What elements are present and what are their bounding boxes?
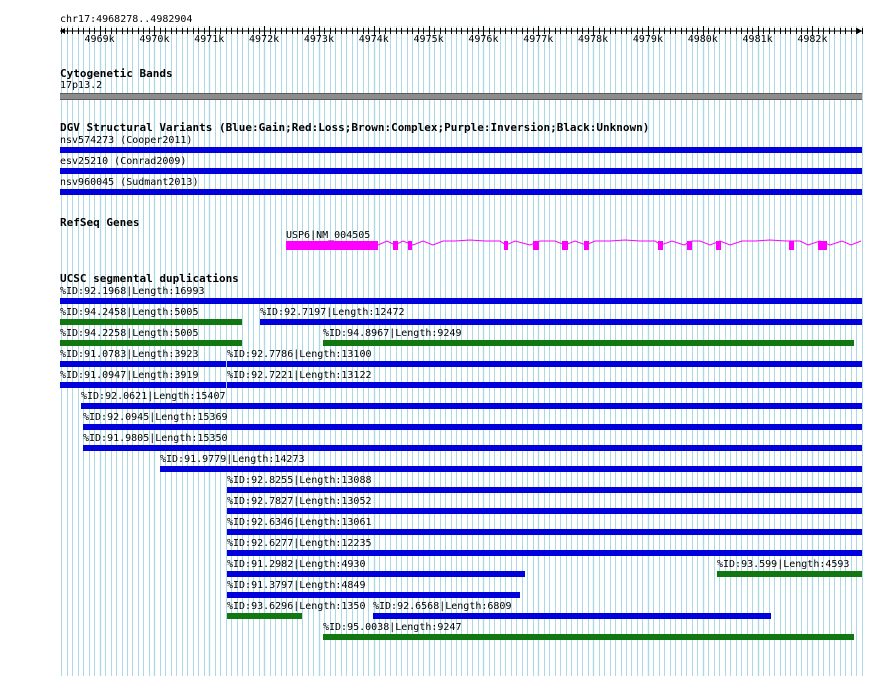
ruler-tick-label: 4976k xyxy=(468,34,499,45)
segdup-feature-bar[interactable] xyxy=(81,403,862,409)
gene-exon xyxy=(393,241,398,250)
segdup-feature-bar[interactable] xyxy=(717,571,862,577)
gene-exon xyxy=(533,241,539,250)
segdup-feature-label: %ID:94.2258|Length:5005 xyxy=(60,328,199,339)
segdup-feature-label: %ID:92.0621|Length:15407 xyxy=(81,391,226,402)
ruler-tick-label: 4977k xyxy=(523,34,554,45)
segdup-feature-bar[interactable] xyxy=(60,361,226,367)
ruler-tick-label: 4974k xyxy=(358,34,389,45)
gene-exon xyxy=(504,241,508,250)
gene-exon xyxy=(584,241,589,250)
location-label: chr17:4968278..4982904 xyxy=(60,14,193,25)
segdup-feature-bar[interactable] xyxy=(60,340,242,346)
segdup-feature-bar[interactable] xyxy=(60,382,226,388)
ruler-tick-label: 4969k xyxy=(84,34,115,45)
segdup-feature-bar[interactable] xyxy=(227,613,302,619)
ruler-left-arrow-icon xyxy=(60,28,65,34)
gene-model-usp6[interactable] xyxy=(0,236,890,256)
segdup-feature-label: %ID:92.7786|Length:13100 xyxy=(227,349,372,360)
ruler-tick-label: 4979k xyxy=(632,34,663,45)
gene-exon xyxy=(789,241,794,250)
gene-exon xyxy=(286,241,378,250)
ruler-tick-label: 4971k xyxy=(194,34,225,45)
segdup-feature-label: %ID:92.7221|Length:13122 xyxy=(227,370,372,381)
gene-exon xyxy=(687,241,692,250)
segdup-feature-bar[interactable] xyxy=(227,361,862,367)
refseq-track-title[interactable]: RefSeq Genes xyxy=(60,217,139,229)
segdup-feature-label: %ID:94.2458|Length:5005 xyxy=(60,307,199,318)
ruler-tick-label: 4973k xyxy=(303,34,334,45)
dgv-feature-label: nsv960045 (Sudmant2013) xyxy=(60,177,199,188)
dgv-track-title[interactable]: DGV Structural Variants (Blue:Gain;Red:L… xyxy=(60,122,649,134)
segdup-feature-bar[interactable] xyxy=(83,445,862,451)
segdup-feature-bar[interactable] xyxy=(60,319,242,325)
segdup-feature-bar[interactable] xyxy=(227,550,862,556)
ruler-tick-label: 4975k xyxy=(413,34,444,45)
segdup-feature-bar[interactable] xyxy=(227,592,520,598)
segdup-feature-label: %ID:92.6568|Length:6809 xyxy=(373,601,512,612)
dgv-feature-label: esv25210 (Conrad2009) xyxy=(60,156,187,167)
segdup-feature-label: %ID:95.0038|Length:9247 xyxy=(323,622,462,633)
segdup-feature-label: %ID:93.6296|Length:1350 xyxy=(227,601,366,612)
segdup-feature-label: %ID:91.9805|Length:15350 xyxy=(83,433,228,444)
segdup-feature-label: %ID:92.8255|Length:13088 xyxy=(227,475,372,486)
genome-browser-view[interactable]: chr17:4968278..4982904 4969k 4970k 4971k 49… xyxy=(0,0,890,676)
segdup-feature-bar[interactable] xyxy=(323,340,854,346)
dgv-feature-label: nsv574273 (Cooper2011) xyxy=(60,135,193,146)
segdup-feature-bar[interactable] xyxy=(260,319,862,325)
ruler-tick-label: 4978k xyxy=(578,34,609,45)
cytoband-bar[interactable] xyxy=(60,93,862,100)
segdup-feature-bar[interactable] xyxy=(83,424,862,430)
segdup-feature-label: %ID:91.2982|Length:4930 xyxy=(227,559,366,570)
gene-exon xyxy=(408,241,412,250)
ruler-tick-label: 4982k xyxy=(797,34,828,45)
segdup-feature-bar[interactable] xyxy=(227,571,525,577)
segdup-feature-label: %ID:92.0945|Length:15369 xyxy=(83,412,228,423)
gene-exon xyxy=(716,241,721,250)
segdup-feature-label: %ID:92.6346|Length:13061 xyxy=(227,517,372,528)
segdup-feature-bar[interactable] xyxy=(60,298,862,304)
ruler-tick-label: 4970k xyxy=(139,34,170,45)
segdup-feature-bar[interactable] xyxy=(373,613,771,619)
ruler-tick-label: 4980k xyxy=(687,34,718,45)
gene-intron-line xyxy=(377,239,862,246)
segdup-feature-label: %ID:92.1968|Length:16993 xyxy=(60,286,205,297)
cytoband-label: 17p13.2 xyxy=(60,80,103,91)
segdup-feature-bar[interactable] xyxy=(227,508,862,514)
segdup-feature-label: %ID:91.0947|Length:3919 xyxy=(60,370,199,381)
ruler-tick-label: 4972k xyxy=(249,34,280,45)
segdup-feature-bar[interactable] xyxy=(323,634,854,640)
segdup-track-title[interactable]: UCSC segmental duplications xyxy=(60,273,239,285)
segdup-feature-label: %ID:92.6277|Length:12235 xyxy=(227,538,372,549)
dgv-feature-bar[interactable] xyxy=(60,189,862,195)
segdup-feature-bar[interactable] xyxy=(227,487,862,493)
segdup-feature-label: %ID:94.8967|Length:9249 xyxy=(323,328,462,339)
segdup-feature-bar[interactable] xyxy=(160,466,862,472)
segdup-feature-bar[interactable] xyxy=(227,382,862,388)
ruler-right-arrow-icon xyxy=(857,28,862,34)
segdup-feature-bar[interactable] xyxy=(227,529,862,535)
segdup-feature-label: %ID:92.7197|Length:12472 xyxy=(260,307,405,318)
cytoband-track-title[interactable]: Cytogenetic Bands xyxy=(60,68,173,80)
segdup-feature-label: %ID:93.599|Length:4593 xyxy=(717,559,850,570)
gene-exon xyxy=(562,241,568,250)
segdup-feature-label: %ID:91.0783|Length:3923 xyxy=(60,349,199,360)
dgv-feature-bar[interactable] xyxy=(60,168,862,174)
segdup-feature-label: %ID:91.3797|Length:4849 xyxy=(227,580,366,591)
segdup-feature-label: %ID:91.9779|Length:14273 xyxy=(160,454,305,465)
segdup-feature-label: %ID:92.7827|Length:13052 xyxy=(227,496,372,507)
dgv-feature-bar[interactable] xyxy=(60,147,862,153)
gene-exon xyxy=(658,241,663,250)
ruler-tick-label: 4981k xyxy=(742,34,773,45)
gene-exon xyxy=(818,241,827,250)
